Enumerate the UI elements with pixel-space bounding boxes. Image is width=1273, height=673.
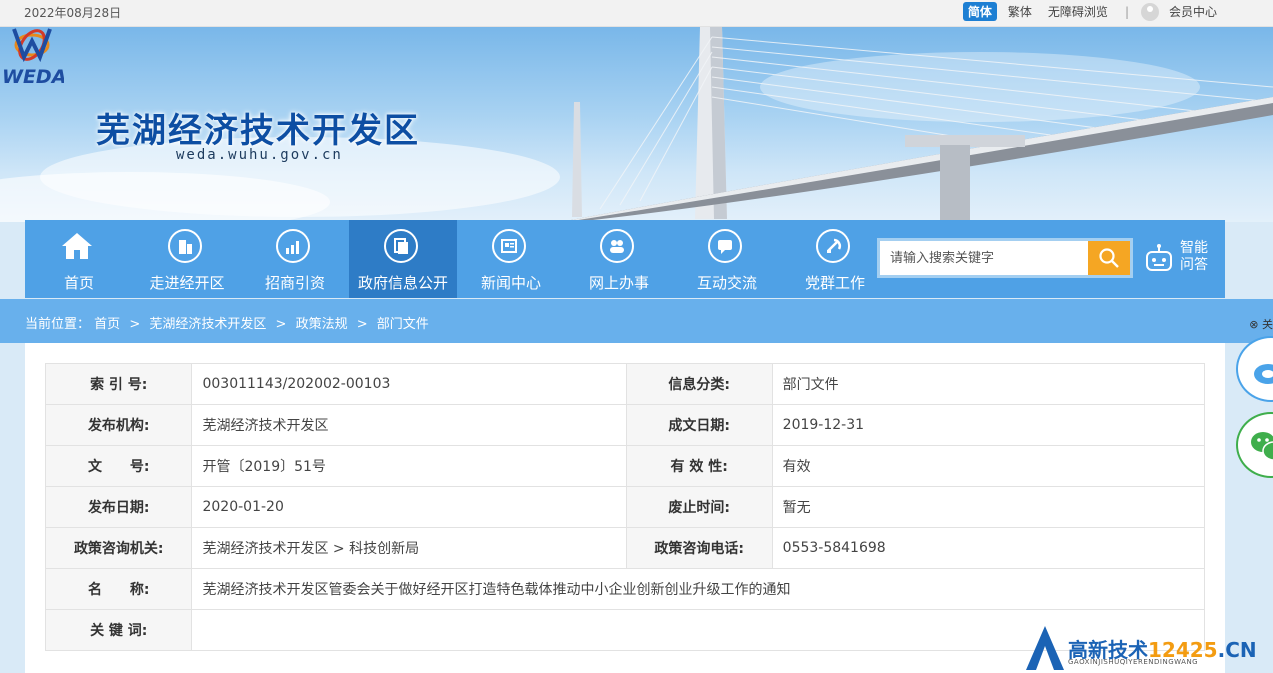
index-value: 003011143/202002-00103 bbox=[191, 363, 627, 405]
document-info-table: 索 引 号: 003011143/202002-00103 信息分类: 部门文件… bbox=[44, 363, 1206, 651]
breadcrumb-separator: > bbox=[275, 317, 287, 332]
table-row: 政策咨询机关: 芜湖经济技术开发区 > 科技创新局 政策咨询电话: 0553-5… bbox=[44, 527, 1206, 569]
validity-label: 有 效 性: bbox=[625, 445, 773, 487]
table-row: 发布日期: 2020-01-20 废止时间: 暂无 bbox=[44, 486, 1206, 528]
consult-phone-label: 政策咨询电话: bbox=[625, 527, 773, 569]
breadcrumb-dept-docs[interactable]: 部门文件 bbox=[377, 317, 429, 332]
breadcrumb-bar: 当前位置： 首页 > 芜湖经济技术开发区 > 政策法规 > 部门文件 ⊗ 关 bbox=[0, 299, 1273, 343]
nav-home-label: 首页 bbox=[63, 274, 94, 292]
people-icon bbox=[600, 229, 634, 263]
nav-news-label: 新闻中心 bbox=[480, 274, 541, 292]
breadcrumb: 当前位置： 首页 > 芜湖经济技术开发区 > 政策法规 > 部门文件 bbox=[25, 313, 429, 332]
watermark-emblem-icon bbox=[1026, 626, 1064, 670]
breadcrumb-weda[interactable]: 芜湖经济技术开发区 bbox=[149, 317, 266, 332]
search-icon bbox=[1099, 248, 1119, 268]
keywords-label: 关 键 词: bbox=[44, 609, 193, 651]
avatar-icon bbox=[1140, 2, 1159, 21]
abolish-time-value: 暂无 bbox=[771, 486, 1206, 528]
header-banner: WEDA 芜湖经济技术开发区 weda.wuhu.gov.cn bbox=[0, 27, 1273, 222]
nav-gov-info-label: 政府信息公开 bbox=[357, 274, 448, 292]
home-icon bbox=[60, 229, 94, 263]
doc-name-label: 名 称: bbox=[44, 568, 193, 610]
abolish-time-label: 废止时间: bbox=[625, 486, 773, 528]
svg-text:WEDA: WEDA bbox=[2, 66, 64, 87]
table-row: 索 引 号: 003011143/202002-00103 信息分类: 部门文件 bbox=[44, 363, 1206, 405]
building-icon bbox=[168, 229, 202, 263]
validity-value: 有效 bbox=[771, 445, 1206, 487]
watermark-logo: 高新技术12425.CN GAOXINJISHUQIYERENDINGWANG bbox=[1026, 624, 1273, 673]
breadcrumb-prefix: 当前位置： bbox=[25, 317, 91, 332]
nav-investment-label: 招商引资 bbox=[264, 274, 325, 292]
nav-investment[interactable]: 招商引资 bbox=[241, 220, 349, 298]
smart-qa-label: 智能 问答 bbox=[1180, 240, 1208, 273]
table-row: 文 号: 开管〔2019〕51号 有 效 性: 有效 bbox=[44, 445, 1206, 487]
nav-interaction[interactable]: 互动交流 bbox=[673, 220, 781, 298]
newspaper-icon bbox=[492, 229, 526, 263]
breadcrumb-separator: > bbox=[129, 317, 141, 332]
weda-logo-icon: WEDA bbox=[2, 28, 64, 87]
main-nav: 首页 走进经开区 招商引资 政府信息公开 新闻中心 网上办事 互动交流 党群工作… bbox=[25, 220, 1225, 298]
close-float-link[interactable]: ⊗ 关 bbox=[1249, 316, 1273, 332]
breadcrumb-policy[interactable]: 政策法规 bbox=[296, 317, 348, 332]
search-box bbox=[877, 238, 1133, 278]
nav-online-service-label: 网上办事 bbox=[588, 274, 649, 292]
doc-number-value: 开管〔2019〕51号 bbox=[191, 445, 627, 487]
weibo-icon bbox=[1254, 364, 1273, 384]
created-date-label: 成文日期: bbox=[625, 404, 773, 446]
publisher-value: 芜湖经济技术开发区 bbox=[191, 404, 627, 446]
nav-online-service[interactable]: 网上办事 bbox=[565, 220, 673, 298]
nav-party-label: 党群工作 bbox=[804, 274, 865, 292]
traditional-chinese-button[interactable]: 繁体 bbox=[1003, 2, 1037, 21]
wechat-button[interactable] bbox=[1236, 412, 1273, 478]
category-label: 信息分类: bbox=[625, 363, 773, 405]
consult-org-label: 政策咨询机关: bbox=[44, 527, 193, 569]
current-date: 2022年08月28日 bbox=[24, 6, 122, 20]
table-row: 名 称: 芜湖经济技术开发区管委会关于做好经开区打造特色载体推动中小企业创新创业… bbox=[44, 568, 1205, 610]
search-button[interactable] bbox=[1088, 241, 1130, 275]
simplified-chinese-button[interactable]: 简体 bbox=[962, 2, 997, 21]
site-domain: weda.wuhu.gov.cn bbox=[176, 147, 343, 163]
doc-number-label: 文 号: bbox=[44, 445, 193, 487]
site-title: 芜湖经济技术开发区 bbox=[96, 111, 420, 151]
robot-icon bbox=[1146, 244, 1172, 271]
top-bar: 2022年08月28日 简体 繁体 无障碍浏览 | 会员中心 bbox=[0, 0, 1273, 27]
breadcrumb-separator: > bbox=[356, 317, 368, 332]
chat-icon bbox=[708, 229, 742, 263]
doc-name-value: 芜湖经济技术开发区管委会关于做好经开区打造特色载体推动中小企业创新创业升级工作的… bbox=[191, 568, 1205, 610]
accessibility-link[interactable]: 无障碍浏览 bbox=[1043, 2, 1113, 21]
wechat-icon bbox=[1251, 432, 1273, 461]
member-center-label: 会员中心 bbox=[1168, 5, 1217, 19]
chart-icon bbox=[276, 229, 310, 263]
nav-interaction-label: 互动交流 bbox=[696, 274, 757, 292]
publish-date-label: 发布日期: bbox=[44, 486, 193, 528]
table-row: 发布机构: 芜湖经济技术开发区 成文日期: 2019-12-31 bbox=[44, 404, 1206, 446]
top-separator: | bbox=[1124, 4, 1129, 19]
nav-news[interactable]: 新闻中心 bbox=[457, 220, 565, 298]
nav-gov-info[interactable]: 政府信息公开 bbox=[349, 220, 457, 298]
weibo-button[interactable] bbox=[1236, 336, 1273, 402]
category-value: 部门文件 bbox=[771, 363, 1206, 405]
watermark-subtext: GAOXINJISHUQIYERENDINGWANG bbox=[1068, 658, 1199, 666]
nav-about[interactable]: 走进经开区 bbox=[133, 220, 241, 298]
consult-phone-value: 0553-5841698 bbox=[771, 527, 1206, 569]
top-bar-links: 简体 繁体 无障碍浏览 | 会员中心 bbox=[957, 2, 1217, 21]
breadcrumb-home[interactable]: 首页 bbox=[94, 317, 120, 332]
nav-about-label: 走进经开区 bbox=[149, 274, 225, 292]
member-center-link[interactable]: 会员中心 bbox=[1140, 2, 1217, 21]
party-emblem-icon bbox=[816, 229, 850, 263]
publish-date-value: 2020-01-20 bbox=[191, 486, 627, 528]
search-input[interactable] bbox=[880, 241, 1085, 275]
consult-org-value: 芜湖经济技术开发区 > 科技创新局 bbox=[191, 527, 627, 569]
created-date-value: 2019-12-31 bbox=[771, 404, 1206, 446]
nav-party[interactable]: 党群工作 bbox=[781, 220, 889, 298]
index-label: 索 引 号: bbox=[44, 363, 193, 405]
document-icon bbox=[384, 229, 418, 263]
publisher-label: 发布机构: bbox=[44, 404, 193, 446]
nav-home[interactable]: 首页 bbox=[25, 220, 133, 298]
smart-qa-button[interactable]: 智能 问答 bbox=[1143, 236, 1223, 280]
